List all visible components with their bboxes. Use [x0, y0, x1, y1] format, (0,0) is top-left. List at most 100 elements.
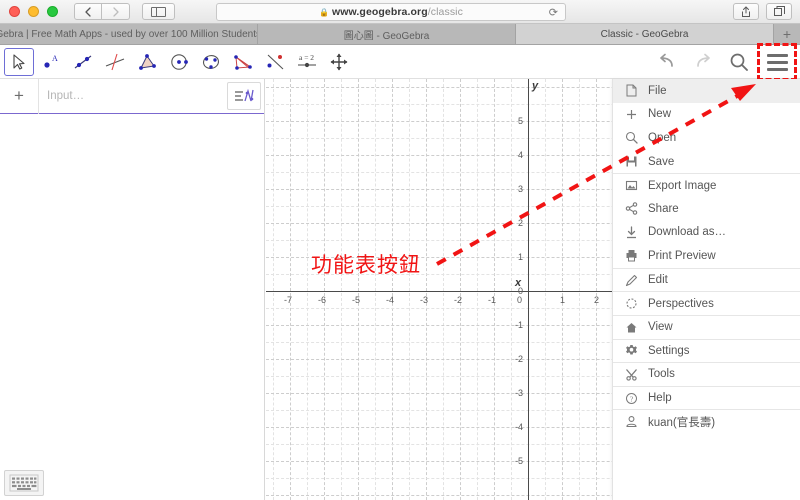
algebra-input-placeholder: Input…: [47, 90, 85, 102]
move-graphics-tool[interactable]: [324, 47, 354, 76]
perpendicular-line-tool[interactable]: [100, 47, 130, 76]
menu-item-label: Perspectives: [648, 297, 714, 310]
line-tool[interactable]: [68, 47, 98, 76]
sidebar-toggle-button[interactable]: [142, 3, 175, 20]
ellipse-tool[interactable]: [196, 47, 226, 76]
move-tool[interactable]: [4, 47, 34, 76]
home-icon: [624, 321, 638, 334]
address-bar[interactable]: 🔒 www.geogebra.org/classic ⟳: [216, 3, 566, 21]
point-tool[interactable]: A: [36, 47, 66, 76]
forward-button[interactable]: [102, 3, 130, 20]
menu-item-view[interactable]: View: [613, 314, 800, 339]
grid-line-vertical: [511, 79, 512, 500]
menu-item-save[interactable]: Save: [613, 150, 800, 174]
tabs-overview-button[interactable]: [766, 3, 792, 20]
minimize-window-button[interactable]: [28, 6, 39, 17]
grid-line-vertical: [307, 79, 308, 500]
y-axis-tick-label: -3: [515, 388, 524, 398]
save-icon: [624, 155, 638, 168]
annotation-text: 功能表按鈕: [311, 253, 421, 277]
grid-line-vertical: [341, 79, 342, 500]
menu-item-download-as[interactable]: Download as…: [613, 221, 800, 245]
grid-line-vertical: [562, 79, 563, 500]
y-axis-tick-label: -2: [515, 354, 524, 364]
grid-line-vertical: [290, 79, 291, 500]
browser-tab-2[interactable]: Classic - GeoGebra: [516, 24, 774, 44]
toolbar-right-actions: [652, 43, 797, 81]
svg-text:?: ?: [629, 394, 633, 403]
grid-line-vertical: [494, 79, 495, 500]
undo-icon[interactable]: [652, 48, 682, 76]
browser-tab-0[interactable]: GeoGebra | Free Math Apps - used by over…: [0, 24, 258, 44]
menu-item-label: New: [648, 108, 672, 121]
reload-icon[interactable]: ⟳: [549, 6, 558, 19]
user-icon: [624, 415, 638, 428]
polygon-tool[interactable]: [132, 47, 162, 76]
menu-item-label: View: [648, 321, 673, 334]
menu-item-print-preview[interactable]: Print Preview: [613, 244, 800, 268]
browser-tab-1[interactable]: 圖心圖 - GeoGebra: [258, 24, 516, 44]
window-traffic-lights: [9, 6, 58, 17]
menu-item-label: Tools: [648, 368, 675, 381]
menu-item-edit[interactable]: Edit: [613, 267, 800, 292]
menu-item-label: File: [648, 84, 667, 97]
grid-line-vertical: [392, 79, 393, 500]
add-input-button[interactable]: +: [0, 86, 38, 106]
printer-icon: [624, 249, 638, 262]
menu-item-kuan[interactable]: kuan(官長壽): [613, 409, 800, 433]
angle-tool[interactable]: [228, 47, 258, 76]
plus-icon: [624, 108, 638, 121]
share-button[interactable]: [733, 3, 759, 20]
reflect-tool[interactable]: [260, 47, 290, 76]
algebra-input[interactable]: Input…: [38, 78, 227, 114]
menu-item-label: Open: [648, 131, 677, 144]
menu-item-export-image[interactable]: Export Image: [613, 173, 800, 197]
menu-item-label: Edit: [648, 274, 668, 287]
y-axis-label: y: [532, 80, 539, 92]
grid-line-vertical: [358, 79, 359, 500]
geogebra-toolbar: A a = 2: [0, 43, 800, 81]
menu-item-label: Download as…: [648, 226, 726, 239]
redo-icon[interactable]: [688, 48, 718, 76]
menu-item-open[interactable]: Open: [613, 126, 800, 150]
lock-icon: 🔒: [319, 7, 329, 17]
y-axis-tick-label: -5: [515, 456, 524, 466]
menu-item-settings[interactable]: Settings: [613, 338, 800, 363]
url-domain: www.geogebra.org: [332, 6, 428, 18]
x-axis-tick-label: -4: [386, 295, 395, 305]
close-window-button[interactable]: [9, 6, 20, 17]
menu-item-label: kuan(官長壽): [648, 416, 716, 429]
menu-item-file[interactable]: File: [613, 79, 800, 103]
virtual-keyboard-button[interactable]: [4, 470, 44, 496]
hamburger-line: [766, 60, 788, 64]
x-axis-label: x: [515, 277, 522, 289]
menu-item-new[interactable]: New: [613, 103, 800, 127]
help-icon: ?: [624, 392, 638, 405]
menu-item-share[interactable]: Share: [613, 197, 800, 221]
back-button[interactable]: [74, 3, 102, 20]
x-axis-tick-label: -2: [454, 295, 463, 305]
gear-icon: [624, 344, 638, 357]
menu-item-label: Share: [648, 202, 679, 215]
maximize-window-button[interactable]: [47, 6, 58, 17]
grid-line-vertical: [426, 79, 427, 500]
url-text: www.geogebra.org/classic: [332, 6, 463, 18]
origin-label: 0: [517, 295, 523, 305]
search-icon[interactable]: [724, 48, 754, 76]
geogebra-classic-window: 🔒 www.geogebra.org/classic ⟳ GeoGebra | …: [0, 0, 800, 500]
slider-tool[interactable]: a = 2: [292, 47, 322, 76]
main-menu-panel: File New Open Save Export Image Share Download…: [612, 79, 800, 500]
menu-item-perspectives[interactable]: Perspectives: [613, 291, 800, 315]
circle-tool[interactable]: [164, 47, 194, 76]
new-tab-button[interactable]: +: [774, 24, 800, 44]
grid-line-vertical: [409, 79, 410, 500]
menu-item-help[interactable]: ? Help: [613, 385, 800, 410]
y-axis-tick-label: -4: [515, 422, 524, 432]
hamburger-menu-icon[interactable]: [757, 43, 797, 81]
image-icon: [624, 179, 638, 192]
grid-line-vertical: [596, 79, 597, 500]
perspectives-icon: [624, 297, 638, 310]
tab-strip: GeoGebra | Free Math Apps - used by over…: [0, 24, 800, 45]
formula-graph-icon[interactable]: [227, 82, 261, 110]
menu-item-tools[interactable]: Tools: [613, 362, 800, 386]
